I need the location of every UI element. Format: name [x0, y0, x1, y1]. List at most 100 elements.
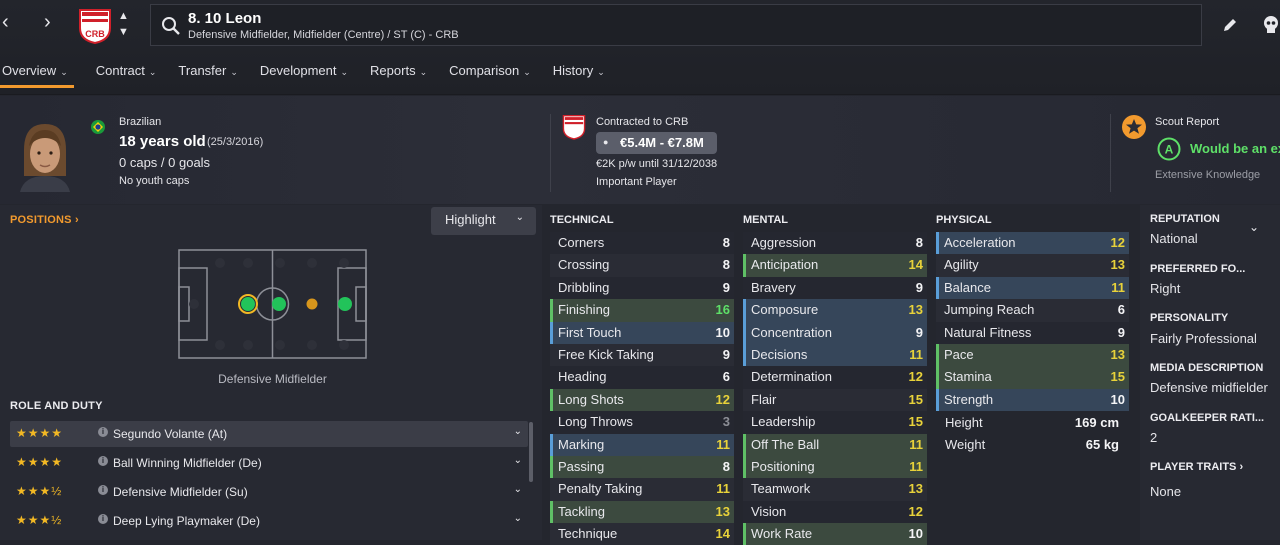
attribute-value: 12	[908, 503, 923, 519]
attribute-row[interactable]: Corners 8	[550, 232, 734, 255]
date-of-birth: (25/3/2016)	[207, 136, 264, 148]
scout-verdict: Would be an ex	[1190, 141, 1280, 156]
goalkeeper-rating-value: 2	[1150, 430, 1158, 445]
attribute-row[interactable]: Jumping Reach 6	[936, 299, 1129, 322]
attribute-row[interactable]: Balance 11	[936, 276, 1129, 300]
physical-title: PHYSICAL	[936, 214, 992, 226]
highlight-dropdown[interactable]: Highlight ⌄	[431, 207, 536, 235]
roles-scrollbar[interactable]	[529, 422, 533, 482]
positions-title[interactable]: POSITIONS ›	[10, 214, 79, 226]
attribute-row[interactable]: Off The Ball 11	[743, 433, 927, 456]
tab-comparison[interactable]: Comparison ⌄	[449, 58, 531, 88]
chevron-down-icon[interactable]: ⌄	[1249, 220, 1259, 234]
attribute-row[interactable]: Bravery 9	[743, 276, 927, 300]
forward-arrow-icon[interactable]: ›	[44, 10, 51, 34]
attribute-name: Aggression	[751, 235, 817, 250]
attribute-row[interactable]: Heading 6	[550, 366, 734, 389]
attribute-value: 9	[722, 346, 730, 362]
attribute-value: 8	[722, 257, 730, 273]
attribute-row[interactable]: Dribbling 9	[550, 276, 734, 300]
attribute-row[interactable]: Concentration 9	[743, 321, 927, 344]
attribute-value: 3	[722, 414, 730, 430]
media-description-title: MEDIA DESCRIPTION	[1150, 362, 1264, 374]
attribute-value: 11	[909, 436, 923, 452]
tab-reports[interactable]: Reports ⌄	[370, 58, 427, 88]
attribute-value: 11	[1111, 279, 1125, 295]
attribute-name: Teamwork	[751, 481, 811, 497]
player-traits-value: None	[1150, 484, 1182, 499]
role-row[interactable]: ★★★★ i Segundo Volante (At) ⌄	[10, 421, 528, 447]
attribute-row[interactable]: Acceleration 12	[936, 232, 1129, 255]
player-title-box: 8. 10 Leon Defensive Midfielder, Midfiel…	[150, 4, 1202, 46]
attribute-row[interactable]: Long Shots 12	[550, 388, 734, 412]
attribute-value: 14	[715, 526, 730, 542]
tab-contract[interactable]: Contract ⌄	[96, 58, 157, 88]
attribute-name: Long Throws	[558, 414, 633, 430]
attribute-name: First Touch	[558, 324, 622, 340]
chevron-down-icon: ⌄	[513, 426, 522, 437]
attribute-row[interactable]: Aggression 8	[743, 232, 927, 255]
attribute-row[interactable]: Agility 13	[936, 254, 1129, 277]
previous-player-icon[interactable]: ▲	[118, 10, 129, 22]
attribute-value: 8	[915, 235, 923, 250]
role-row[interactable]: ★★★★ i Ball Winning Midfielder (De) ⌄	[10, 450, 528, 476]
scout-grade-badge: A	[1157, 137, 1181, 161]
attribute-row[interactable]: Marking 11	[550, 433, 734, 456]
attribute-name: Concentration	[751, 324, 832, 340]
technical-column: TECHNICAL Corners 8 Crossing 8 Dribbling 9 Fin…	[550, 212, 734, 545]
attribute-value: 6	[1117, 302, 1125, 318]
attribute-row[interactable]: Finishing 16	[550, 299, 734, 322]
attribute-row[interactable]: Tackling 13	[550, 500, 734, 524]
info-icon: i	[98, 485, 108, 495]
back-arrow-icon[interactable]: ‹	[2, 10, 9, 34]
player-age: 18 years old	[119, 133, 206, 150]
role-stars: ★★★½	[16, 513, 63, 527]
attribute-row[interactable]: Natural Fitness 9	[936, 321, 1129, 344]
transfer-value-pill[interactable]: ● €5.4M - €7.8M	[596, 132, 717, 154]
attribute-row[interactable]: Passing 8	[550, 455, 734, 479]
role-row[interactable]: ★★★½ i Defensive Midfielder (Su) ⌄	[10, 479, 528, 505]
position-pitch	[178, 249, 367, 359]
scout-knowledge: Extensive Knowledge	[1155, 169, 1261, 181]
attribute-row[interactable]: Long Throws 3	[550, 411, 734, 434]
attribute-row[interactable]: Crossing 8	[550, 254, 734, 277]
tab-history[interactable]: History ⌄	[553, 58, 605, 88]
tab-overview[interactable]: Overview ⌄	[0, 58, 74, 88]
attribute-row[interactable]: Flair 15	[743, 388, 927, 412]
chevron-down-icon: ⌄	[513, 484, 522, 495]
attribute-row[interactable]: Anticipation 14	[743, 254, 927, 277]
attribute-row[interactable]: Free Kick Taking 9	[550, 343, 734, 367]
attribute-row[interactable]: Determination 12	[743, 366, 927, 389]
tab-development[interactable]: Development ⌄	[260, 58, 348, 88]
attribute-row[interactable]: Work Rate 10	[743, 523, 927, 545]
search-icon[interactable]	[161, 16, 181, 36]
divider	[1110, 114, 1111, 192]
attribute-name: Finishing	[558, 302, 611, 318]
attribute-row[interactable]: Pace 13	[936, 343, 1129, 367]
next-player-icon[interactable]: ▼	[118, 26, 129, 38]
club-crest-small	[562, 115, 586, 140]
pitch-caption: Defensive Midfielder	[218, 372, 327, 386]
player-traits-title[interactable]: PLAYER TRAITS ›	[1150, 461, 1243, 473]
attribute-row[interactable]: First Touch 10	[550, 321, 734, 344]
edit-icon[interactable]	[1222, 17, 1238, 33]
attribute-row[interactable]: Leadership 15	[743, 411, 927, 434]
tab-transfer[interactable]: Transfer ⌄	[178, 58, 237, 88]
attribute-row[interactable]: Positioning 11	[743, 455, 927, 479]
attribute-row[interactable]: Stamina 15	[936, 366, 1129, 389]
attribute-row[interactable]: Teamwork 13	[743, 478, 927, 501]
attribute-row[interactable]: Decisions 11	[743, 343, 927, 367]
attribute-name: Leadership	[751, 414, 816, 430]
info-icon: i	[98, 514, 108, 524]
attribute-row[interactable]: Vision 12	[743, 500, 927, 524]
attribute-name: Stamina	[944, 369, 992, 385]
attribute-row[interactable]: Penalty Taking 11	[550, 478, 734, 501]
height-value: 169 cm	[1074, 415, 1119, 430]
role-row[interactable]: ★★★½ i Deep Lying Playmaker (De) ⌄	[10, 508, 528, 534]
attribute-row[interactable]: Strength 10	[936, 388, 1129, 412]
attribute-row[interactable]: Technique 14	[550, 523, 734, 545]
chevron-down-icon: ⌄	[340, 67, 349, 77]
skull-icon[interactable]	[1262, 15, 1280, 35]
technical-title: TECHNICAL	[550, 214, 614, 226]
attribute-row[interactable]: Composure 13	[743, 299, 927, 322]
